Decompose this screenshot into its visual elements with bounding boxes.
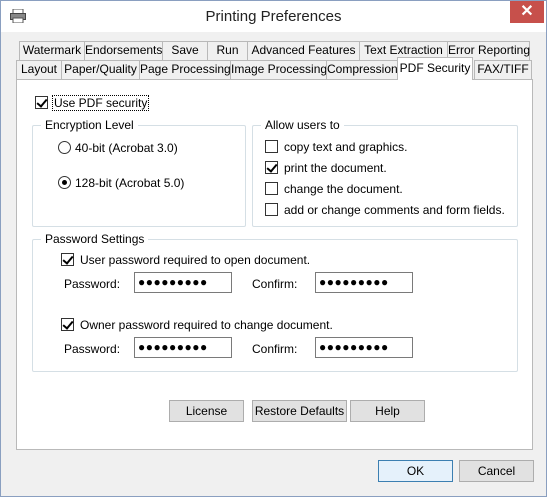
tab-image-processing[interactable]: Image Processing: [230, 60, 327, 79]
tab-compression[interactable]: Compression: [326, 60, 398, 79]
license-button[interactable]: License: [169, 400, 244, 422]
tab-watermark[interactable]: Watermark: [19, 41, 85, 60]
user-confirm-label: Confirm:: [252, 277, 298, 291]
pdf-security-panel: Use PDF security Encryption Level 40-bit…: [16, 79, 533, 450]
owner-password-input[interactable]: ●●●●●●●●●: [134, 337, 232, 358]
owner-password-checkbox[interactable]: [61, 318, 74, 331]
use-pdf-security-checkbox[interactable]: [35, 96, 48, 109]
radio-40-bit-label[interactable]: 40-bit (Acrobat 3.0): [75, 141, 178, 155]
use-pdf-security-label[interactable]: Use PDF security: [51, 95, 150, 111]
radio-128-bit-label[interactable]: 128-bit (Acrobat 5.0): [75, 176, 184, 190]
cancel-button[interactable]: Cancel: [459, 460, 534, 482]
owner-confirm-input[interactable]: ●●●●●●●●●: [315, 337, 413, 358]
change-document-checkbox[interactable]: [265, 182, 278, 195]
restore-defaults-button[interactable]: Restore Defaults: [252, 400, 347, 422]
print-document-checkbox[interactable]: [265, 161, 278, 174]
password-settings-title: Password Settings: [41, 232, 149, 246]
comments-forms-checkbox[interactable]: [265, 203, 278, 216]
tab-layout[interactable]: Layout: [16, 60, 62, 79]
printing-preferences-window: Printing Preferences ✕ Watermark Endorse…: [0, 0, 547, 497]
title-bar: Printing Preferences ✕: [1, 1, 546, 32]
tab-fax-tiff[interactable]: FAX/TIFF: [474, 60, 532, 79]
print-document-label[interactable]: print the document.: [284, 161, 387, 175]
user-confirm-input[interactable]: ●●●●●●●●●: [315, 272, 413, 293]
owner-password-field-label: Password:: [64, 342, 121, 356]
tab-endorsements[interactable]: Endorsements: [84, 41, 163, 60]
tab-pdf-security[interactable]: PDF Security: [397, 57, 473, 80]
help-button[interactable]: Help: [350, 400, 425, 422]
allow-users-title: Allow users to: [261, 118, 344, 132]
tab-advanced-features[interactable]: Advanced Features: [247, 41, 360, 60]
change-document-label[interactable]: change the document.: [284, 182, 403, 196]
user-password-field-label: Password:: [64, 277, 121, 291]
radio-40-bit[interactable]: [58, 141, 71, 154]
copy-text-label[interactable]: copy text and graphics.: [284, 140, 407, 154]
encryption-level-title: Encryption Level: [41, 118, 138, 132]
copy-text-checkbox[interactable]: [265, 140, 278, 153]
tab-save[interactable]: Save: [162, 41, 208, 60]
owner-confirm-label: Confirm:: [252, 342, 298, 356]
user-password-label[interactable]: User password required to open document.: [80, 253, 310, 267]
tab-run[interactable]: Run: [207, 41, 248, 60]
user-password-checkbox[interactable]: [61, 253, 74, 266]
owner-password-label[interactable]: Owner password required to change docume…: [80, 318, 333, 332]
tab-paper-quality[interactable]: Paper/Quality: [61, 60, 140, 79]
comments-forms-label[interactable]: add or change comments and form fields.: [284, 203, 505, 217]
window-title: Printing Preferences: [205, 8, 342, 25]
close-button[interactable]: ✕: [510, 1, 544, 23]
radio-128-bit[interactable]: [58, 176, 71, 189]
user-password-input[interactable]: ●●●●●●●●●: [134, 272, 232, 293]
ok-button[interactable]: OK: [378, 460, 453, 482]
tab-page-processing[interactable]: Page Processing: [139, 60, 231, 79]
